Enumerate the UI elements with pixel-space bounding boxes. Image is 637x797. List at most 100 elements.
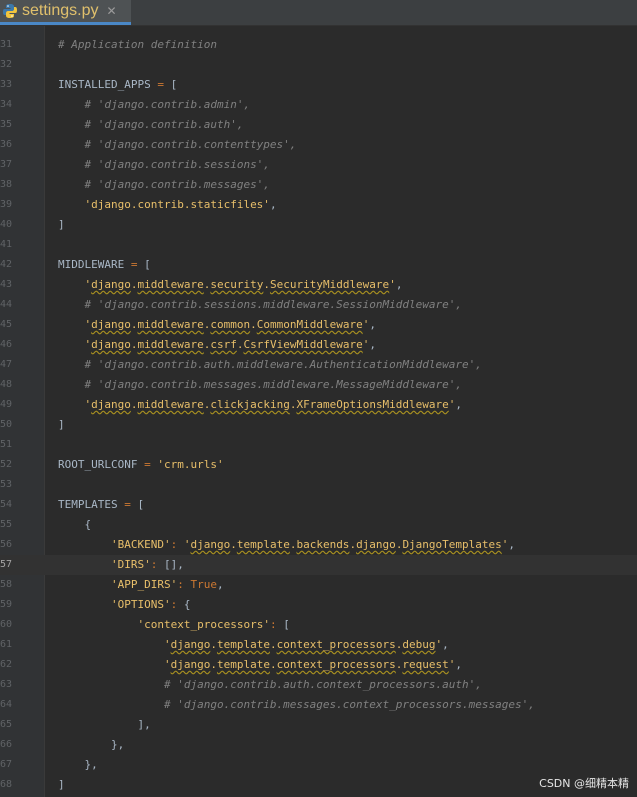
- line-number: 42: [0, 259, 13, 270]
- close-tab-icon[interactable]: ✕: [106, 4, 116, 18]
- code-line[interactable]: 40]: [0, 215, 637, 235]
- line-number: 62: [0, 659, 13, 670]
- code-line[interactable]: 64 # 'django.contrib.messages.context_pr…: [0, 695, 637, 715]
- code-line[interactable]: 54 TEMPLATES = [: [0, 495, 637, 515]
- watermark: CSDN @细精本精: [539, 777, 629, 790]
- line-number: 33: [0, 79, 13, 90]
- code-text: # Application definition: [58, 38, 217, 51]
- code-editor[interactable]: 31 # Application definition 32 33 INSTALLED_…: [0, 26, 637, 797]
- line-number: 51: [0, 439, 13, 450]
- line-number: 52: [0, 459, 13, 470]
- code-line[interactable]: 34 # 'django.contrib.admin',: [0, 95, 637, 115]
- line-number: 43: [0, 279, 13, 290]
- code-text: # 'django.contrib.sessions',: [84, 158, 270, 171]
- line-number: 49: [0, 399, 13, 410]
- code-line[interactable]: 65 ],: [0, 715, 637, 735]
- code-text: # 'django.contrib.messages.middleware.Me…: [84, 378, 463, 391]
- code-line[interactable]: 36 # 'django.contrib.contenttypes',: [0, 135, 637, 155]
- editor-tab-bar: settings.py ✕: [0, 0, 637, 26]
- line-number: 64: [0, 699, 13, 710]
- code-text: # 'django.contrib.auth.middleware.Authen…: [84, 358, 482, 371]
- line-number: 66: [0, 739, 13, 750]
- line-number: 32: [0, 59, 13, 70]
- code-text: INSTALLED_APPS = [: [58, 78, 178, 91]
- code-text: ]: [58, 778, 65, 791]
- code-line[interactable]: 50]: [0, 415, 637, 435]
- code-line[interactable]: 41: [0, 235, 637, 255]
- code-line[interactable]: 55 {: [0, 515, 637, 535]
- code-line[interactable]: 53: [0, 475, 637, 495]
- code-line[interactable]: 45 'django.middleware.common.CommonMiddl…: [0, 315, 637, 335]
- code-line[interactable]: 63 # 'django.contrib.auth.context_proces…: [0, 675, 637, 695]
- code-line[interactable]: 56 'BACKEND': 'django.template.backends.…: [0, 535, 637, 555]
- code-text: # 'django.contrib.contenttypes',: [84, 138, 297, 151]
- line-number: 45: [0, 319, 13, 330]
- line-number: 41: [0, 239, 13, 250]
- code-text: ROOT_URLCONF = 'crm.urls': [58, 458, 224, 471]
- line-number: 40: [0, 219, 13, 230]
- code-line[interactable]: 57 'DIRS': [],: [0, 555, 637, 575]
- tab-settings-py[interactable]: settings.py ✕: [0, 0, 131, 25]
- line-number: 63: [0, 679, 13, 690]
- line-number: 44: [0, 299, 13, 310]
- code-line[interactable]: 33 INSTALLED_APPS = [: [0, 75, 637, 95]
- code-line[interactable]: 43 'django.middleware.security.SecurityM…: [0, 275, 637, 295]
- python-file-icon: [3, 4, 17, 18]
- code-text: # 'django.contrib.messages.context_proce…: [163, 698, 535, 711]
- code-text: 'django.middleware.clickjacking.XFrameOp…: [84, 398, 463, 411]
- code-text: # 'django.contrib.auth',: [84, 118, 244, 131]
- line-number: 67: [0, 759, 13, 770]
- code-text: },: [58, 738, 125, 751]
- code-text: 'OPTIONS': {: [110, 598, 191, 611]
- code-text: # 'django.contrib.messages',: [84, 178, 270, 191]
- code-text: 'django.middleware.csrf.CsrfViewMiddlewa…: [84, 338, 376, 351]
- line-number: 46: [0, 339, 13, 350]
- code-line[interactable]: 37 # 'django.contrib.sessions',: [0, 155, 637, 175]
- tab-filename: settings.py: [22, 2, 99, 19]
- code-text: # 'django.contrib.auth.context_processor…: [163, 678, 482, 691]
- line-number: 59: [0, 599, 13, 610]
- code-text: 'django.template.context_processors.debu…: [163, 638, 449, 651]
- code-text: 'context_processors': [: [137, 618, 290, 631]
- code-line[interactable]: 60 'context_processors': [: [0, 615, 637, 635]
- line-number: 36: [0, 139, 13, 150]
- code-line[interactable]: 52 ROOT_URLCONF = 'crm.urls': [0, 455, 637, 475]
- code-text: ]: [58, 218, 65, 231]
- code-line[interactable]: 46 'django.middleware.csrf.CsrfViewMiddl…: [0, 335, 637, 355]
- line-number: 55: [0, 519, 13, 530]
- code-text: TEMPLATES = [: [58, 498, 145, 511]
- code-text: 'BACKEND': 'django.template.backends.dja…: [110, 538, 516, 551]
- code-line[interactable]: 66 },: [0, 735, 637, 755]
- code-line[interactable]: 61 'django.template.context_processors.d…: [0, 635, 637, 655]
- code-text: 'django.template.context_processors.requ…: [163, 658, 463, 671]
- code-text: MIDDLEWARE = [: [58, 258, 151, 271]
- code-line[interactable]: 51: [0, 435, 637, 455]
- line-number: 65: [0, 719, 13, 730]
- code-text: 'django.middleware.security.SecurityMidd…: [84, 278, 403, 291]
- line-number: 56: [0, 539, 13, 550]
- code-line[interactable]: 35 # 'django.contrib.auth',: [0, 115, 637, 135]
- code-line[interactable]: 38 # 'django.contrib.messages',: [0, 175, 637, 195]
- code-text: 'django.middleware.common.CommonMiddlewa…: [84, 318, 376, 331]
- line-number: 54: [0, 499, 13, 510]
- code-text: ]: [58, 418, 65, 431]
- code-line[interactable]: 31 # Application definition: [0, 35, 637, 55]
- line-number: 48: [0, 379, 13, 390]
- code-text: },: [58, 758, 98, 771]
- code-line[interactable]: 47 # 'django.contrib.auth.middleware.Aut…: [0, 355, 637, 375]
- line-number: 53: [0, 479, 13, 490]
- code-text: 'DIRS': [],: [110, 558, 184, 571]
- code-line[interactable]: 44 # 'django.contrib.sessions.middleware…: [0, 295, 637, 315]
- code-line[interactable]: 39 'django.contrib.staticfiles',: [0, 195, 637, 215]
- code-line[interactable]: 32: [0, 55, 637, 75]
- code-line[interactable]: 67 },: [0, 755, 637, 775]
- line-number: 34: [0, 99, 13, 110]
- code-line[interactable]: 48 # 'django.contrib.messages.middleware…: [0, 375, 637, 395]
- code-line[interactable]: 58 'APP_DIRS': True,: [0, 575, 637, 595]
- code-line[interactable]: 62 'django.template.context_processors.r…: [0, 655, 637, 675]
- code-line[interactable]: 42 MIDDLEWARE = [: [0, 255, 637, 275]
- code-line[interactable]: 49 'django.middleware.clickjacking.XFram…: [0, 395, 637, 415]
- code-line[interactable]: 59 'OPTIONS': {: [0, 595, 637, 615]
- code-text: # 'django.contrib.admin',: [84, 98, 251, 111]
- line-number: 38: [0, 179, 13, 190]
